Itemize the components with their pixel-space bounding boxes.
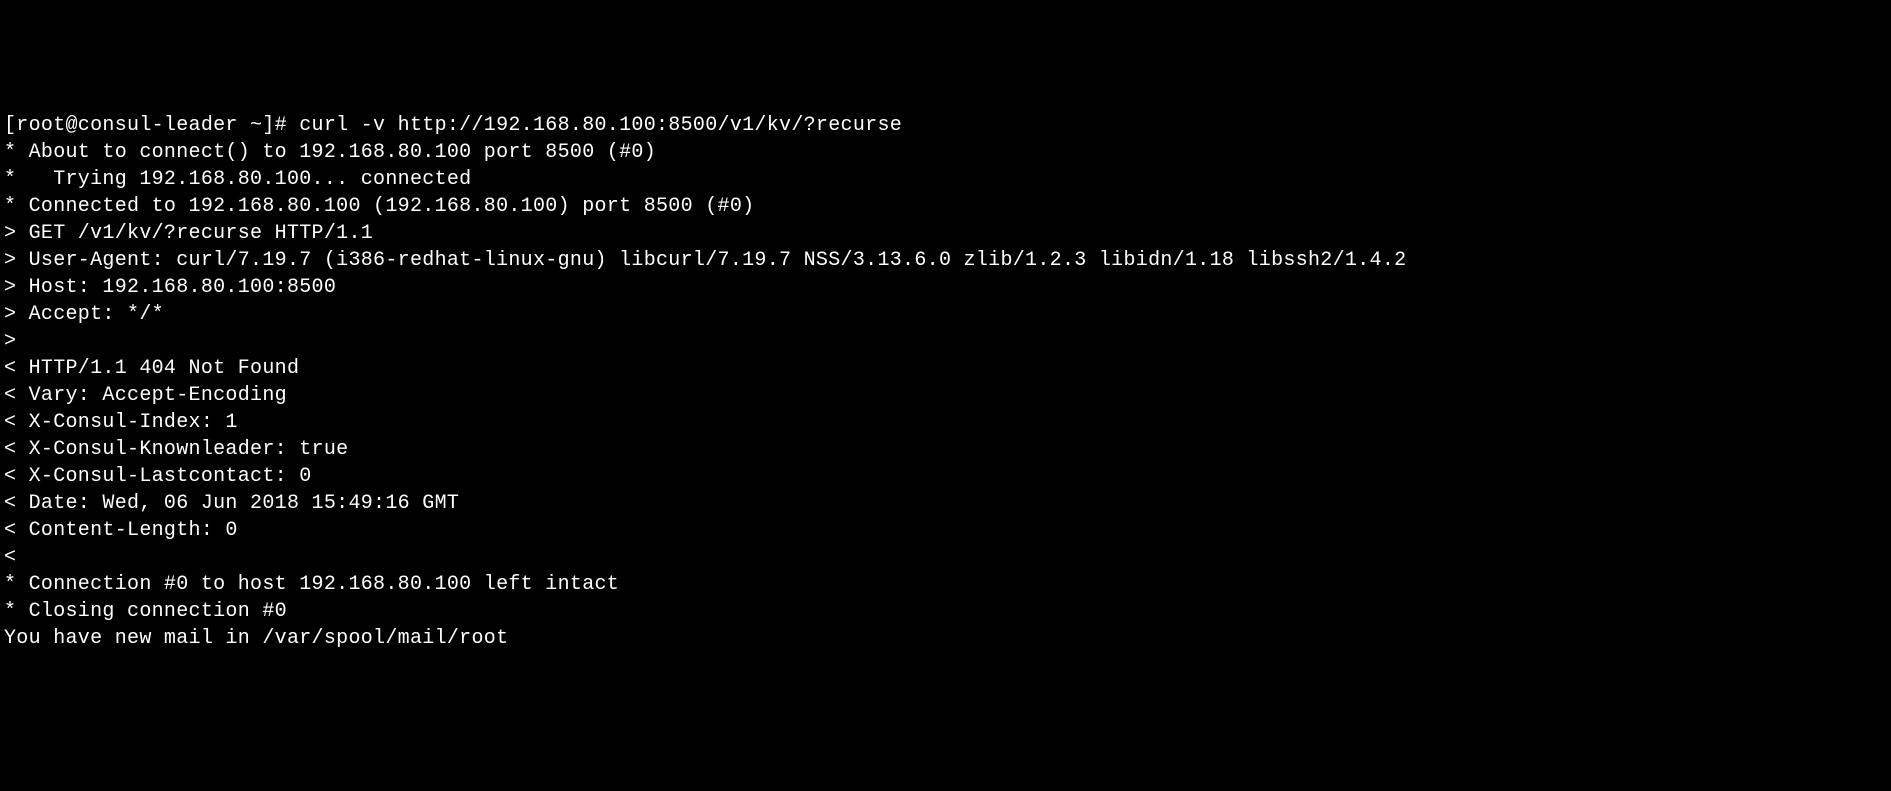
- output-line: < Vary: Accept-Encoding: [4, 382, 1887, 409]
- output-line: > Accept: */*: [4, 301, 1887, 328]
- output-line: < Content-Length: 0: [4, 517, 1887, 544]
- output-line: > User-Agent: curl/7.19.7 (i386-redhat-l…: [4, 247, 1887, 274]
- output-line: * Closing connection #0: [4, 598, 1887, 625]
- output-line: >: [4, 328, 1887, 355]
- command-text: curl -v http://192.168.80.100:8500/v1/kv…: [299, 114, 902, 137]
- output-line: <: [4, 544, 1887, 571]
- output-line: You have new mail in /var/spool/mail/roo…: [4, 625, 1887, 652]
- output-line: * Connected to 192.168.80.100 (192.168.8…: [4, 193, 1887, 220]
- output-line: * Connection #0 to host 192.168.80.100 l…: [4, 571, 1887, 598]
- output-line: < Date: Wed, 06 Jun 2018 15:49:16 GMT: [4, 490, 1887, 517]
- terminal-window[interactable]: [root@consul-leader ~]# curl -v http://1…: [4, 112, 1887, 652]
- shell-prompt: [root@consul-leader ~]#: [4, 114, 299, 137]
- output-line: > Host: 192.168.80.100:8500: [4, 274, 1887, 301]
- output-line: < HTTP/1.1 404 Not Found: [4, 355, 1887, 382]
- command-line: [root@consul-leader ~]# curl -v http://1…: [4, 112, 1887, 139]
- output-line: < X-Consul-Index: 1: [4, 409, 1887, 436]
- output-line: > GET /v1/kv/?recurse HTTP/1.1: [4, 220, 1887, 247]
- output-line: < X-Consul-Lastcontact: 0: [4, 463, 1887, 490]
- output-line: * About to connect() to 192.168.80.100 p…: [4, 139, 1887, 166]
- output-line: < X-Consul-Knownleader: true: [4, 436, 1887, 463]
- output-line: * Trying 192.168.80.100... connected: [4, 166, 1887, 193]
